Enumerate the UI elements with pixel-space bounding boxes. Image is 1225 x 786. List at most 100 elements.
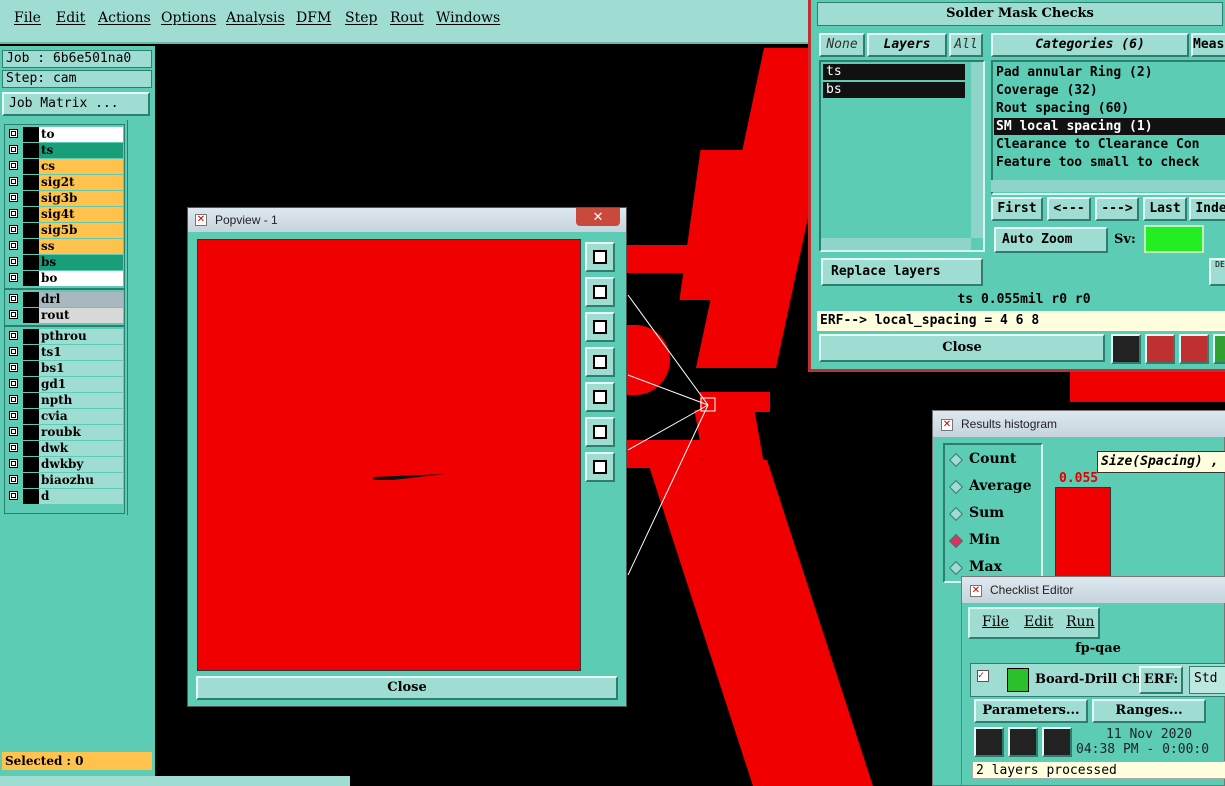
layer-row[interactable]: bs <box>6 255 123 270</box>
layer-checkbox[interactable] <box>9 225 18 234</box>
layer-row[interactable]: sig2t <box>6 175 123 190</box>
close-icon[interactable]: ✕ <box>576 208 620 226</box>
run-icon[interactable] <box>1008 727 1038 757</box>
layer-list-hscroll[interactable] <box>821 238 971 250</box>
all-button[interactable]: All <box>949 33 983 57</box>
layer-row[interactable]: bs1 <box>6 361 123 376</box>
menu-edit[interactable]: Edit <box>56 10 85 26</box>
layer-row[interactable]: dwkby <box>6 457 123 472</box>
layer-row[interactable]: pthrou <box>6 329 123 344</box>
categories-list[interactable]: Pad annular Ring (2) Coverage (32) Rout sp… <box>991 60 1225 195</box>
layer-affected-swatch[interactable] <box>23 223 39 238</box>
layer-row[interactable]: cvia <box>6 409 123 424</box>
layer-list-scroll[interactable] <box>127 120 153 515</box>
checklist-menu-edit[interactable]: Edit <box>1024 614 1053 630</box>
layer-affected-swatch[interactable] <box>23 159 39 174</box>
layer-affected-swatch[interactable] <box>23 207 39 222</box>
layer-checkbox[interactable] <box>9 209 18 218</box>
layer-checkbox[interactable] <box>9 363 18 372</box>
popview-titlebar[interactable]: ✕ Popview - 1 ✕ <box>188 208 626 232</box>
replace-layers-dropdown[interactable]: Replace layers <box>821 258 983 286</box>
pan-left-icon[interactable] <box>585 347 615 377</box>
pan-up-icon[interactable] <box>585 277 615 307</box>
layer-affected-swatch[interactable] <box>23 425 39 440</box>
category-item[interactable]: SM local spacing (1) <box>994 118 1225 135</box>
run-icon[interactable] <box>974 727 1004 757</box>
category-item[interactable]: Coverage (32) <box>994 82 1225 99</box>
layer-checkbox[interactable] <box>9 395 18 404</box>
layer-checkbox[interactable] <box>9 257 18 266</box>
checklist-titlebar[interactable]: ✕ Checklist Editor <box>962 577 1225 603</box>
layer-checkbox[interactable] <box>9 443 18 452</box>
layer-row[interactable]: biaozhu <box>6 473 123 488</box>
auto-zoom-dropdown[interactable]: Auto Zoom <box>994 227 1108 253</box>
categories-tab[interactable]: Categories (6) <box>991 33 1189 57</box>
layer-row[interactable]: sig5b <box>6 223 123 238</box>
layer-checkbox[interactable] <box>9 193 18 202</box>
menu-step[interactable]: Step <box>345 10 377 26</box>
layer-affected-swatch[interactable] <box>23 127 39 142</box>
layer-checkbox[interactable] <box>9 411 18 420</box>
layer-row[interactable]: rout <box>6 308 123 323</box>
layer-row[interactable]: npth <box>6 393 123 408</box>
menu-actions[interactable]: Actions <box>98 10 151 26</box>
layer-checkbox[interactable] <box>9 161 18 170</box>
menu-dfm[interactable]: DFM <box>296 10 331 26</box>
histogram-titlebar[interactable]: ✕ Results histogram <box>933 411 1225 437</box>
layer-row[interactable]: drl <box>6 292 123 307</box>
menu-rout[interactable]: Rout <box>390 10 424 26</box>
layer-affected-swatch[interactable] <box>23 191 39 206</box>
layer-affected-swatch[interactable] <box>23 393 39 408</box>
job-matrix-button[interactable]: Job Matrix ... <box>2 92 150 116</box>
menu-windows[interactable]: Windows <box>436 10 500 26</box>
zoom-box-icon[interactable] <box>585 242 615 272</box>
index-button[interactable]: Inde <box>1189 197 1225 221</box>
ranges-button[interactable]: Ranges... <box>1092 699 1206 723</box>
measurements-tab[interactable]: Meas <box>1191 33 1225 57</box>
layer-affected-swatch[interactable] <box>23 409 39 424</box>
layer-affected-swatch[interactable] <box>23 473 39 488</box>
checklist-menu-file[interactable]: File <box>982 614 1009 630</box>
first-button[interactable]: First <box>991 197 1043 221</box>
tool-icon[interactable] <box>1213 334 1225 364</box>
none-button[interactable]: None <box>819 33 865 57</box>
layer-row[interactable]: d <box>6 489 123 504</box>
layers-tab[interactable]: Layers <box>867 33 947 57</box>
layer-row[interactable]: dwk <box>6 441 123 456</box>
layer-checkbox[interactable] <box>9 241 18 250</box>
zoom-fit-icon[interactable] <box>585 417 615 447</box>
layer-row[interactable]: ts1 <box>6 345 123 360</box>
popview-close-button[interactable]: Close <box>196 676 618 700</box>
layer-checkbox[interactable] <box>9 145 18 154</box>
pan-down-icon[interactable] <box>585 312 615 342</box>
categories-hscroll[interactable] <box>991 180 1225 192</box>
sv-color-dropdown[interactable] <box>1144 225 1204 253</box>
category-item[interactable]: Clearance to Clearance Con <box>994 136 1225 153</box>
layer-row[interactable]: cs <box>6 159 123 174</box>
layer-affected-swatch[interactable] <box>23 361 39 376</box>
layer-row[interactable]: to <box>6 127 123 142</box>
layer-checkbox[interactable] <box>9 491 18 500</box>
last-button[interactable]: Last <box>1143 197 1187 221</box>
next-button[interactable]: ---> <box>1095 197 1139 221</box>
layer-list-item[interactable]: ts <box>823 64 965 80</box>
layer-checkbox[interactable] <box>9 310 18 319</box>
layer-list[interactable]: ts bs <box>819 60 985 252</box>
results-icon[interactable]: DE <box>1209 258 1225 286</box>
layer-affected-swatch[interactable] <box>23 292 39 307</box>
layer-affected-swatch[interactable] <box>23 329 39 344</box>
check-row[interactable]: ✓ Board-Drill Che ERF: Std <box>970 663 1225 697</box>
layer-checkbox[interactable] <box>9 331 18 340</box>
layer-checkbox[interactable] <box>9 459 18 468</box>
zoom-home-icon[interactable] <box>585 452 615 482</box>
layer-checkbox[interactable] <box>9 273 18 282</box>
layer-row[interactable]: gd1 <box>6 377 123 392</box>
solder-close-button[interactable]: Close <box>819 334 1105 362</box>
category-item[interactable]: Pad annular Ring (2) <box>994 64 1225 81</box>
layer-checkbox[interactable] <box>9 294 18 303</box>
layer-row[interactable]: sig4t <box>6 207 123 222</box>
layer-checkbox[interactable] <box>9 177 18 186</box>
layer-checkbox[interactable] <box>9 427 18 436</box>
erf-button[interactable]: ERF: <box>1139 666 1183 694</box>
previous-button[interactable]: <--- <box>1047 197 1091 221</box>
